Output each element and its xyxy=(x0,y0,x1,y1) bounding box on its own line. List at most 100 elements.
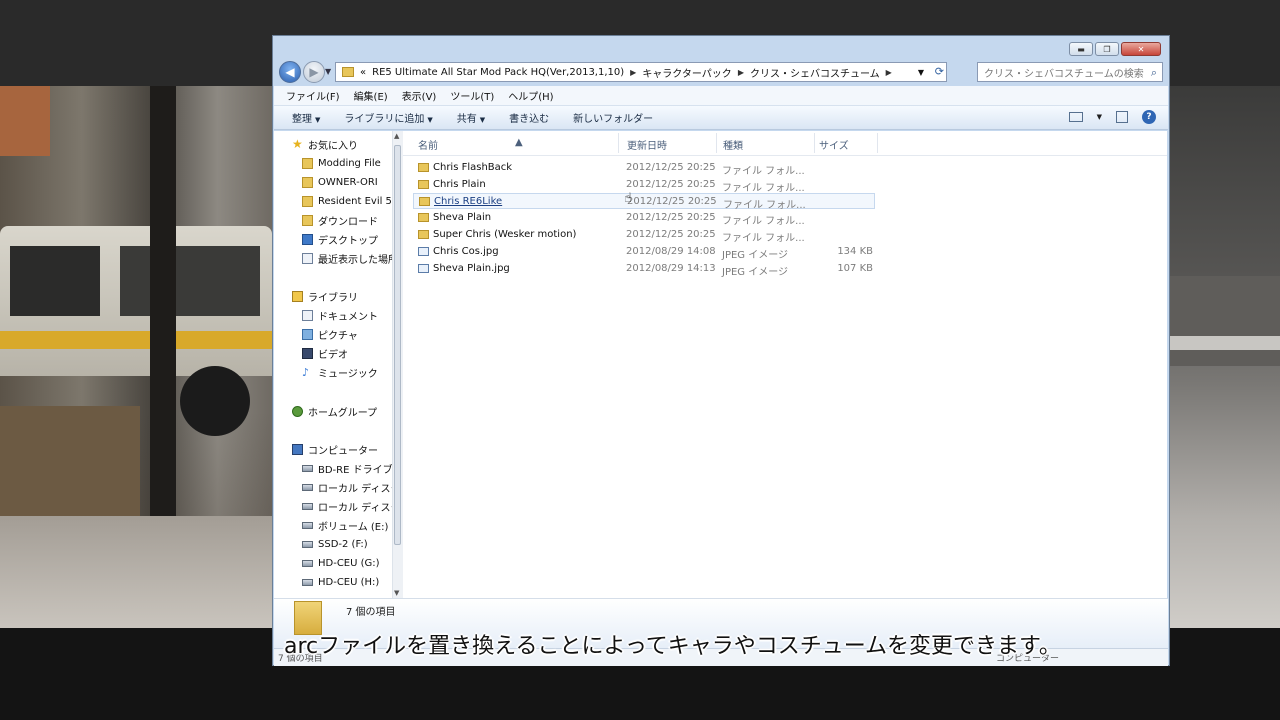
nav-item-desktop[interactable]: デスクトップ xyxy=(302,230,378,248)
file-size: 107 KB xyxy=(837,263,873,274)
search-icon[interactable]: ⌕ xyxy=(1151,66,1157,80)
view-dropdown-icon[interactable]: ▼ xyxy=(1097,113,1102,121)
column-headers: ▲ 名前 更新日時 種類 サイズ xyxy=(403,131,1167,156)
file-type: ファイル フォル... xyxy=(722,183,805,194)
window-controls: ▬ ❐ ✕ xyxy=(1069,42,1161,56)
nav-item-hd-ceu-g[interactable]: HD-CEU (G:) xyxy=(302,554,380,572)
nav-item-ssd-2[interactable]: SSD-2 (F:) xyxy=(302,535,368,553)
menu-view[interactable]: 表示(V) xyxy=(402,88,437,103)
file-date: 2012/12/25 20:25 xyxy=(626,212,716,223)
file-type: JPEG イメージ xyxy=(722,267,789,278)
scrollbar-thumb[interactable] xyxy=(394,145,401,545)
nav-item-modding-file[interactable]: Modding File xyxy=(302,154,381,172)
nav-item-hd-ceu-h[interactable]: HD-CEU (H:) xyxy=(302,573,379,591)
refresh-icon[interactable]: ⟳ xyxy=(935,65,944,78)
menu-tools[interactable]: ツール(T) xyxy=(450,88,494,103)
nav-item-local-disk[interactable]: ローカル ディスク xyxy=(302,497,392,515)
breadcrumb-chevron-icon[interactable]: ▶ xyxy=(738,68,744,77)
help-icon[interactable]: ? xyxy=(1142,110,1156,124)
nav-item-label: Resident Evil 5 xyxy=(318,195,392,207)
nav-computer[interactable]: コンピューター xyxy=(292,440,378,458)
column-divider[interactable] xyxy=(716,133,717,153)
view-controls: ▼ ? xyxy=(1068,110,1156,124)
download-folder-icon xyxy=(302,214,313,226)
breadcrumb-item[interactable]: RE5 Ultimate All Star Mod Pack HQ(Ver,20… xyxy=(372,67,624,78)
share-button[interactable]: 共有 ▼ xyxy=(457,110,485,125)
search-input[interactable]: クリス・シェバコスチュームの検索 ⌕ xyxy=(977,62,1163,82)
pictures-icon xyxy=(302,328,313,340)
file-row-chris-flashback[interactable]: Chris FlashBack 2012/12/25 20:25 ファイル フォ… xyxy=(413,160,875,177)
nav-item-label: ローカル ディスク xyxy=(318,483,393,495)
dropdown-arrow-icon: ▼ xyxy=(479,116,486,124)
nav-item-local-disk[interactable]: ローカル ディスク xyxy=(302,478,393,496)
column-divider[interactable] xyxy=(877,133,878,153)
nav-item-documents[interactable]: ドキュメント xyxy=(302,306,378,324)
nav-item-resident-evil-5[interactable]: Resident Evil 5 xyxy=(302,192,392,210)
nav-pane-scrollbar[interactable]: ▲ ▼ xyxy=(392,131,403,598)
maximize-button[interactable]: ❐ xyxy=(1095,42,1119,56)
breadcrumb-item[interactable]: クリス・シェバコスチューム xyxy=(750,65,880,80)
menu-edit[interactable]: 編集(E) xyxy=(354,88,388,103)
column-name[interactable]: 名前 xyxy=(418,137,438,152)
organize-button[interactable]: 整理 ▼ xyxy=(292,110,320,125)
nav-item-label: ミュージック xyxy=(318,368,378,380)
nav-homegroup-label: ホームグループ xyxy=(308,407,378,419)
library-icon xyxy=(292,290,303,302)
navigation-pane: ★ お気に入り Modding File OWNER-ORI Resident E… xyxy=(274,131,393,598)
hand-cursor-icon: ☝ xyxy=(624,191,632,206)
column-date[interactable]: 更新日時 xyxy=(627,137,667,152)
column-divider[interactable] xyxy=(814,133,815,153)
nav-item-downloads[interactable]: ダウンロード xyxy=(302,211,378,229)
nav-item-videos[interactable]: ビデオ xyxy=(302,344,348,362)
breadcrumb-chevron-icon[interactable]: ▶ xyxy=(630,68,636,77)
address-overflow[interactable]: « xyxy=(360,67,366,78)
nav-item-music[interactable]: ♪ ミュージック xyxy=(302,363,378,381)
preview-pane-icon[interactable] xyxy=(1116,111,1128,123)
nav-item-recent-places[interactable]: 最近表示した場所 xyxy=(302,249,392,267)
breadcrumb-item[interactable]: キャラクターパック xyxy=(642,65,732,80)
file-row-sheva-plain-jpg[interactable]: Sheva Plain.jpg 2012/08/29 14:13 JPEG イメ… xyxy=(413,261,875,278)
burn-button[interactable]: 書き込む xyxy=(509,110,549,125)
drive-icon xyxy=(302,502,313,510)
file-list-pane: ▲ 名前 更新日時 種類 サイズ Chris FlashBack 2012/12… xyxy=(403,131,1167,598)
nav-item-pictures[interactable]: ピクチャ xyxy=(302,325,358,343)
file-row-super-chris[interactable]: Super Chris (Wesker motion) 2012/12/25 2… xyxy=(413,227,875,244)
address-bar[interactable]: « RE5 Ultimate All Star Mod Pack HQ(Ver,… xyxy=(335,62,947,82)
share-label: 共有 xyxy=(456,114,477,125)
scroll-up-icon[interactable]: ▲ xyxy=(394,132,399,140)
nav-item-label: ボリューム (E:) xyxy=(318,521,389,533)
nav-item-bd-re-drive[interactable]: BD-RE ドライブ xyxy=(302,459,392,477)
folder-icon xyxy=(418,180,429,189)
file-row-chris-plain[interactable]: Chris Plain 2012/12/25 20:25 ファイル フォル... xyxy=(413,177,875,194)
drive-icon xyxy=(302,559,313,567)
nav-item-label: OWNER-ORI xyxy=(318,176,378,188)
address-dropdown-icon[interactable]: ▼ xyxy=(918,68,924,77)
column-type[interactable]: 種類 xyxy=(723,137,743,152)
file-row-chris-cos-jpg[interactable]: Chris Cos.jpg 2012/08/29 14:08 JPEG イメージ… xyxy=(413,244,875,261)
change-view-icon[interactable] xyxy=(1068,112,1083,122)
file-row-chris-re6like[interactable]: Chris RE6Like 2012/12/25 20:25 ファイル フォル.… xyxy=(413,193,875,211)
column-size[interactable]: サイズ xyxy=(819,137,849,152)
nav-homegroup[interactable]: ホームグループ xyxy=(292,402,377,420)
nav-item-label: HD-CEU (G:) xyxy=(318,557,380,569)
nav-favorites[interactable]: ★ お気に入り xyxy=(292,135,358,153)
new-folder-button[interactable]: 新しいフォルダー xyxy=(573,110,653,125)
file-type: ファイル フォル... xyxy=(722,166,805,177)
minimize-button[interactable]: ▬ xyxy=(1069,42,1093,56)
close-button[interactable]: ✕ xyxy=(1121,42,1161,56)
breadcrumb-chevron-icon[interactable]: ▶ xyxy=(886,68,892,77)
add-to-library-button[interactable]: ライブラリに追加 ▼ xyxy=(344,110,432,125)
file-row-sheva-plain[interactable]: Sheva Plain 2012/12/25 20:25 ファイル フォル... xyxy=(413,210,875,227)
nav-item-volume-e[interactable]: ボリューム (E:) xyxy=(302,516,388,534)
nav-item-owner-ori[interactable]: OWNER-ORI xyxy=(302,173,378,191)
menu-help[interactable]: ヘルプ(H) xyxy=(508,88,553,103)
nav-libraries[interactable]: ライブラリ xyxy=(292,287,358,305)
recent-pages-dropdown-icon[interactable]: ▼ xyxy=(325,67,331,76)
scroll-down-icon[interactable]: ▼ xyxy=(394,589,399,597)
nav-item-label: デスクトップ xyxy=(318,235,378,247)
menu-file[interactable]: ファイル(F) xyxy=(286,88,340,103)
forward-button[interactable]: ▶ xyxy=(303,61,325,83)
column-divider[interactable] xyxy=(618,133,619,153)
back-button[interactable]: ◀ xyxy=(279,61,301,83)
image-file-icon xyxy=(418,247,429,256)
